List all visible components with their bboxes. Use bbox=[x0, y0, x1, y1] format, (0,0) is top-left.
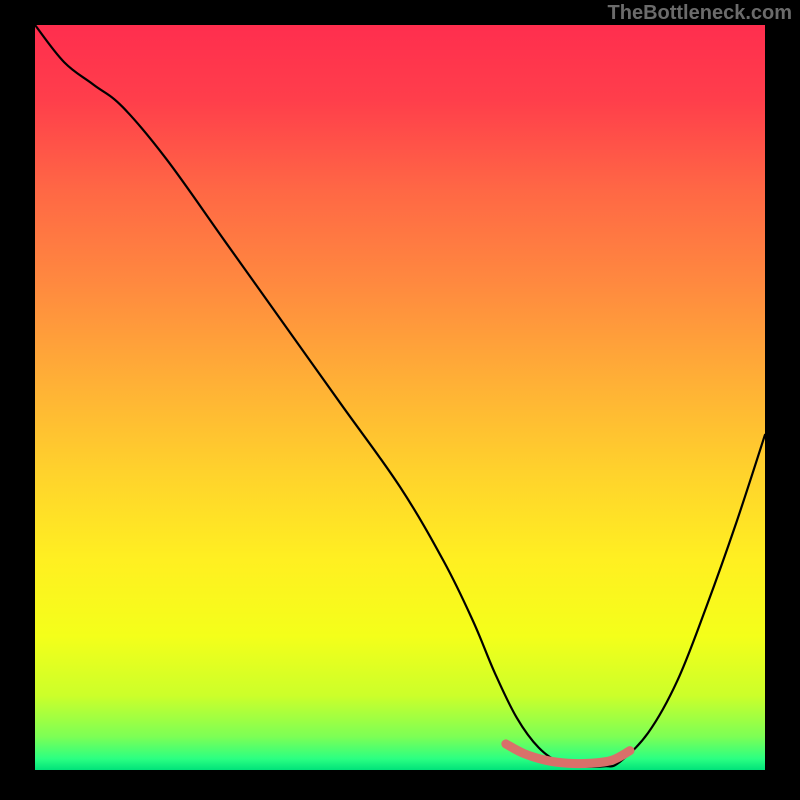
chart-container: TheBottleneck.com bbox=[0, 0, 800, 800]
watermark-text: TheBottleneck.com bbox=[608, 2, 792, 25]
plot-area bbox=[35, 25, 765, 770]
chart-curve-layer bbox=[35, 25, 765, 770]
optimal-range-highlight bbox=[506, 744, 630, 764]
bottleneck-curve bbox=[35, 25, 765, 767]
